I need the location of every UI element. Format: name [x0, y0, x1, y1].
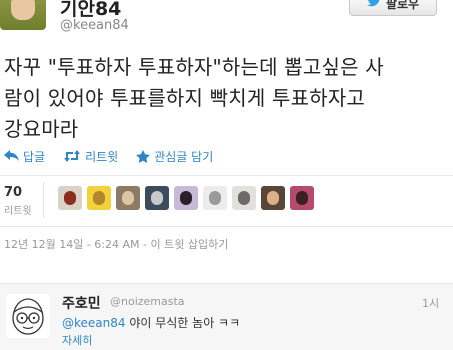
reply-author-avatar[interactable]: [6, 294, 50, 338]
favorite-label: 관심글 담기: [154, 149, 214, 164]
retweet-button[interactable]: 리트윗: [63, 148, 118, 165]
reply-item[interactable]: 주호민 @noizemasta 1시 @keean84 야이 무식한 놈아 ㅋㅋ…: [0, 283, 453, 350]
retweet-label: 리트윗: [85, 149, 119, 164]
divider: [0, 175, 453, 176]
reply-author-handle[interactable]: @noizemasta: [110, 295, 185, 308]
twitter-bird-icon: [366, 0, 381, 11]
reply-label: 답글: [23, 149, 46, 164]
author-screen-name[interactable]: @keean84: [60, 18, 129, 33]
retweeter-avatar[interactable]: [261, 186, 285, 210]
retweet-count[interactable]: 70: [4, 185, 22, 200]
reply-body: 야이 무식한 놈아 ㅋㅋ: [125, 316, 241, 330]
tweet-text-line: 람이 있어야 투표를하지 빡치게 투표하자고: [4, 86, 366, 110]
tweet-actions: 답글 리트윗 관심글 담기: [4, 147, 213, 165]
retweeter-avatar[interactable]: [174, 186, 198, 210]
tweet-timestamp[interactable]: 12년 12월 14일 - 6:24 AM - 이 트윗 삽입하기: [4, 236, 228, 252]
retweet-icon: [63, 150, 81, 162]
tweet-text-line: 강요마라: [4, 117, 79, 141]
follow-label: 팔로우: [385, 0, 420, 11]
retweeter-avatar[interactable]: [58, 186, 82, 210]
tweet-text-line: 자꾸 "투표하자 투표하자"하는데 뽑고싶은 사: [4, 55, 384, 79]
retweeter-avatar[interactable]: [232, 186, 256, 210]
reply-icon: [4, 150, 19, 162]
follow-button[interactable]: 팔로우: [349, 0, 437, 16]
retweeter-avatar[interactable]: [145, 186, 169, 210]
reply-time[interactable]: 1시: [422, 295, 439, 311]
reply-author-name[interactable]: 주호민: [62, 293, 101, 313]
tweet-text: 자꾸 "투표하자 투표하자"하는데 뽑고싶은 사 람이 있어야 투표를하지 빡치…: [4, 52, 444, 145]
retweeter-avatar[interactable]: [116, 186, 140, 210]
retweet-count-label: 리트윗: [4, 206, 32, 217]
retweeter-avatar[interactable]: [87, 186, 111, 210]
reply-mention-link[interactable]: @keean84: [62, 316, 126, 330]
tweet-permalink: 기안84 @keean84 팔로우 자꾸 "투표하자 투표하자"하는데 뽑고싶은…: [0, 0, 453, 350]
reply-details-link[interactable]: 자세히: [62, 332, 92, 348]
star-icon: [136, 149, 151, 163]
retweeter-avatar[interactable]: [203, 186, 227, 210]
reply-text: @keean84 야이 무식한 놈아 ㅋㅋ: [62, 314, 240, 331]
stat-separator: [43, 182, 44, 218]
reply-button[interactable]: 답글: [4, 148, 45, 165]
favorite-button[interactable]: 관심글 담기: [136, 148, 213, 165]
divider: [0, 226, 453, 227]
author-avatar[interactable]: [0, 0, 46, 30]
retweeter-avatar[interactable]: [290, 186, 314, 210]
retweeter-avatars: [58, 186, 314, 210]
